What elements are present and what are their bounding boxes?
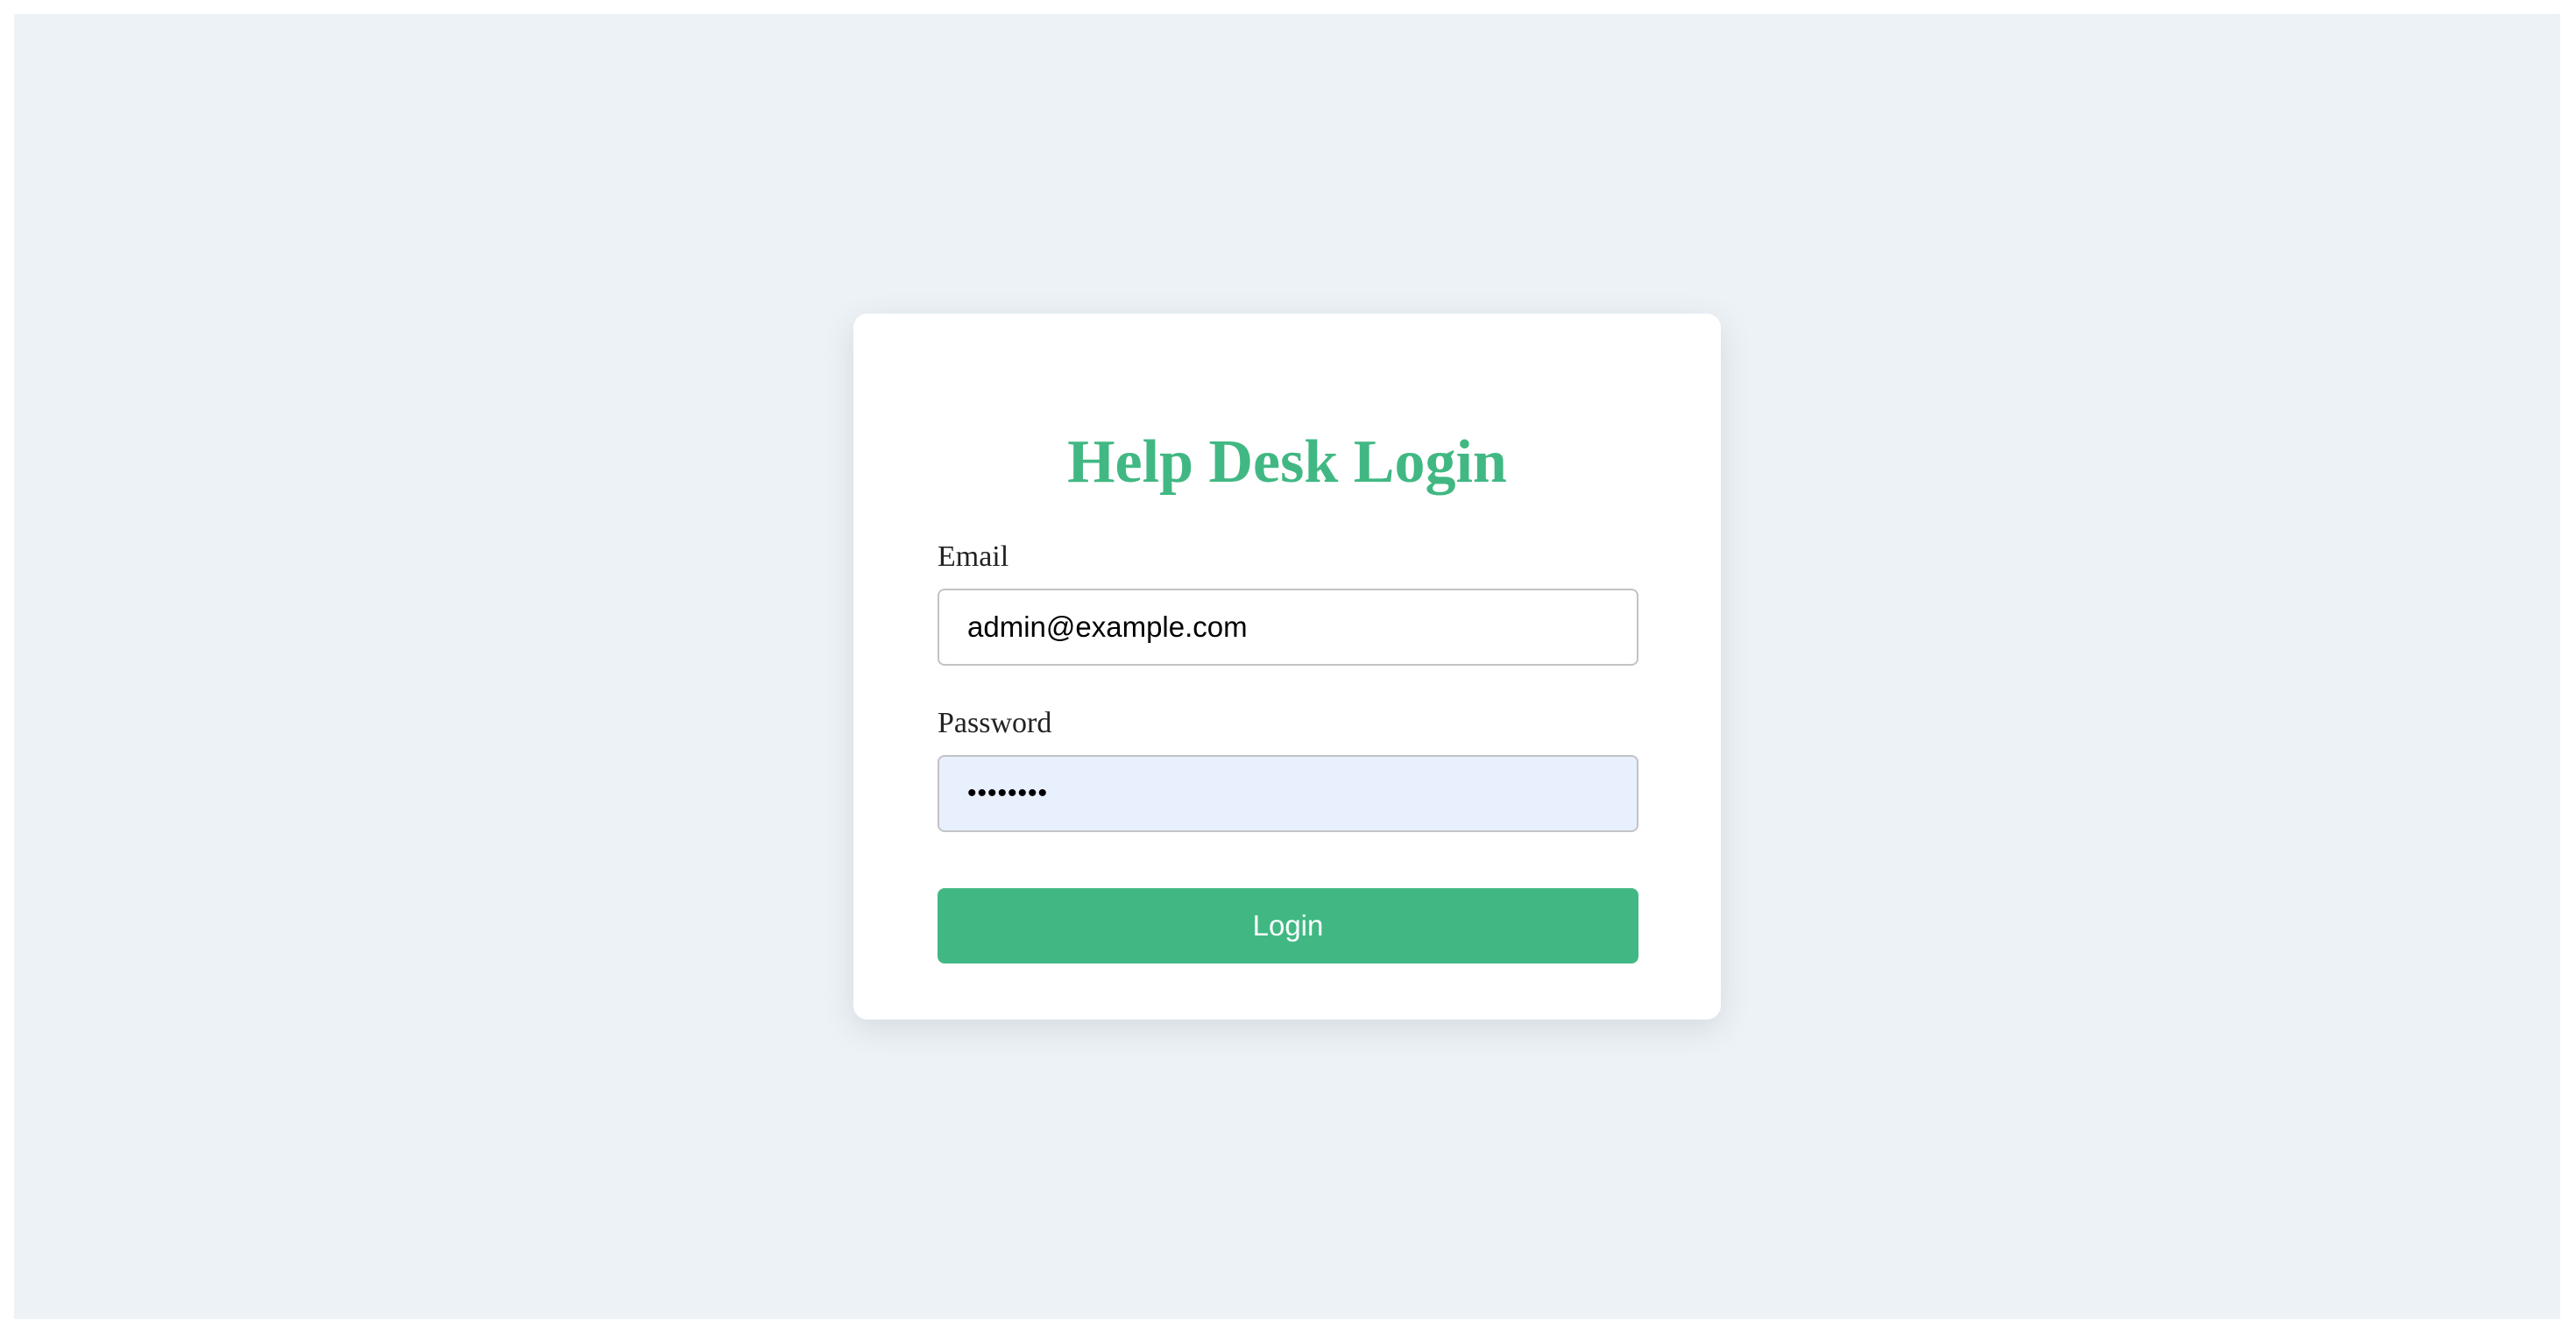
password-field[interactable] (938, 755, 1638, 832)
email-label: Email (938, 540, 1009, 573)
login-button[interactable]: Login (938, 888, 1638, 963)
email-field[interactable] (938, 589, 1638, 666)
page-title: Help Desk Login (1067, 428, 1507, 496)
password-label: Password (938, 707, 1052, 739)
login-card: Help Desk Login Email Password Login (853, 314, 1721, 1020)
page-background: Help Desk Login Email Password Login (14, 14, 2560, 1319)
